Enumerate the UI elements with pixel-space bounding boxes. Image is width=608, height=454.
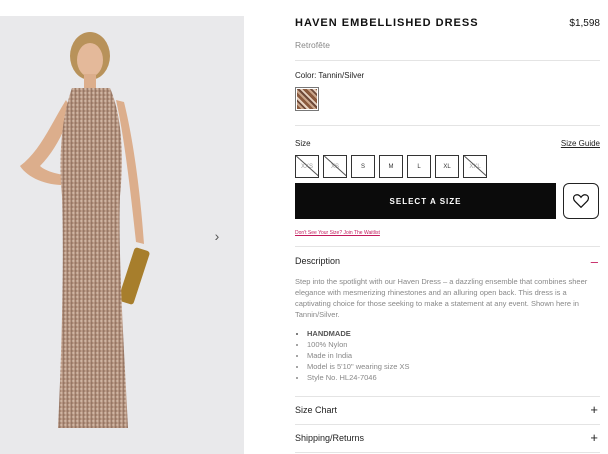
heart-icon xyxy=(573,194,589,208)
size-option-m[interactable]: M xyxy=(379,155,403,178)
waitlist-link[interactable]: Don't See Your Size? Join The Waitlist xyxy=(295,230,380,236)
divider xyxy=(295,246,600,247)
wishlist-button[interactable] xyxy=(563,183,599,219)
size-guide-link[interactable]: Size Guide xyxy=(561,139,600,148)
size-option-xxs[interactable]: XXS xyxy=(295,155,319,178)
divider xyxy=(295,60,600,61)
shipping-returns-title[interactable]: Shipping/Returns xyxy=(295,433,364,443)
size-option-xxl[interactable]: XXL xyxy=(463,155,487,178)
select-size-button[interactable]: SELECT A SIZE xyxy=(295,183,556,219)
color-swatch[interactable] xyxy=(295,87,319,111)
model-photo xyxy=(20,32,150,428)
size-option-s[interactable]: S xyxy=(351,155,375,178)
size-option-xs[interactable]: XS xyxy=(323,155,347,178)
size-options: XXS XS S M L XL XXL xyxy=(295,155,487,178)
color-label: Color: Tannin/Silver xyxy=(295,71,365,80)
divider xyxy=(295,125,600,126)
chevron-right-icon[interactable]: › xyxy=(210,227,224,245)
divider xyxy=(295,452,600,453)
minus-icon[interactable]: – xyxy=(591,255,598,268)
detail-item: Made in India xyxy=(307,350,409,361)
product-brand[interactable]: Retrofête xyxy=(295,40,330,50)
description-title[interactable]: Description xyxy=(295,256,340,266)
detail-item: 100% Nylon xyxy=(307,339,409,350)
divider xyxy=(295,424,600,425)
size-option-xl[interactable]: XL xyxy=(435,155,459,178)
product-image[interactable]: › xyxy=(0,16,244,454)
plus-icon[interactable]: + xyxy=(590,431,598,444)
product-details: HAVEN EMBELLISHED DRESS $1,598 Retrofête… xyxy=(295,0,600,454)
size-option-l[interactable]: L xyxy=(407,155,431,178)
detail-item: Model is 5'10" wearing size XS xyxy=(307,361,409,372)
plus-icon[interactable]: + xyxy=(590,403,598,416)
description-text: Step into the spotlight with our Haven D… xyxy=(295,277,588,319)
detail-item: HANDMADE xyxy=(307,328,409,339)
detail-item: Style No. HL24-7046 xyxy=(307,372,409,383)
swatch-pattern xyxy=(297,89,317,109)
size-chart-title[interactable]: Size Chart xyxy=(295,405,337,415)
size-label: Size xyxy=(295,139,311,148)
product-price: $1,598 xyxy=(569,18,600,29)
divider xyxy=(295,396,600,397)
product-detail-list: HANDMADE100% NylonMade in IndiaModel is … xyxy=(295,328,409,383)
product-title: HAVEN EMBELLISHED DRESS xyxy=(295,17,479,29)
